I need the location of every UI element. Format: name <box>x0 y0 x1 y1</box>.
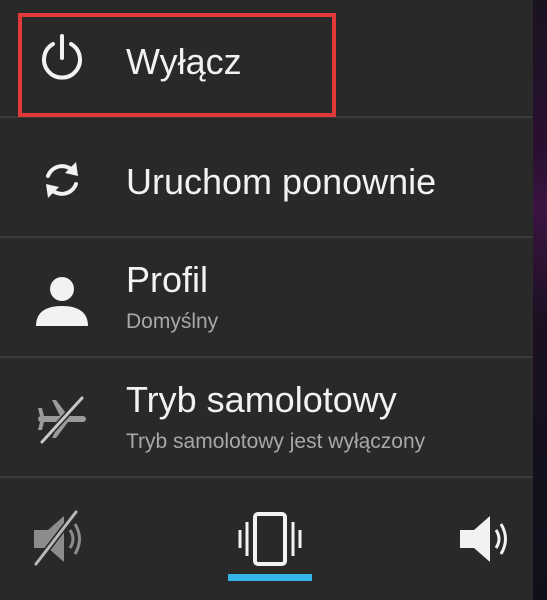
power-icon <box>34 30 90 86</box>
menu-item-title: Wyłącz <box>126 41 242 82</box>
menu-item-airplane-mode[interactable]: Tryb samolotowy Tryb samolotowy jest wył… <box>0 360 533 478</box>
restart-icon <box>34 152 90 208</box>
menu-item-profile[interactable]: Profil Domyślny <box>0 240 533 358</box>
menu-item-title: Uruchom ponownie <box>126 161 437 202</box>
menu-item-title: Tryb samolotowy <box>126 379 397 420</box>
power-menu: Wyłącz Uruchom ponownie Profil Domyślny … <box>0 0 533 600</box>
background-edge <box>533 0 547 600</box>
menu-item-subtitle: Domyślny <box>126 310 219 333</box>
volume-on-icon[interactable] <box>452 504 522 574</box>
menu-item-title: Profil <box>126 259 209 300</box>
screen: Wyłącz Uruchom ponownie Profil Domyślny … <box>0 0 547 600</box>
menu-item-restart[interactable]: Uruchom ponownie <box>0 120 533 238</box>
menu-item-subtitle: Tryb samolotowy jest wyłączony <box>126 430 426 453</box>
sound-mode-row <box>0 482 533 600</box>
airplane-off-icon <box>34 392 90 448</box>
profile-icon <box>34 272 90 328</box>
volume-muted-icon[interactable] <box>26 504 96 574</box>
vibrate-icon[interactable] <box>235 504 305 574</box>
menu-item-power-off[interactable]: Wyłącz <box>0 0 533 118</box>
active-mode-indicator <box>228 574 312 581</box>
